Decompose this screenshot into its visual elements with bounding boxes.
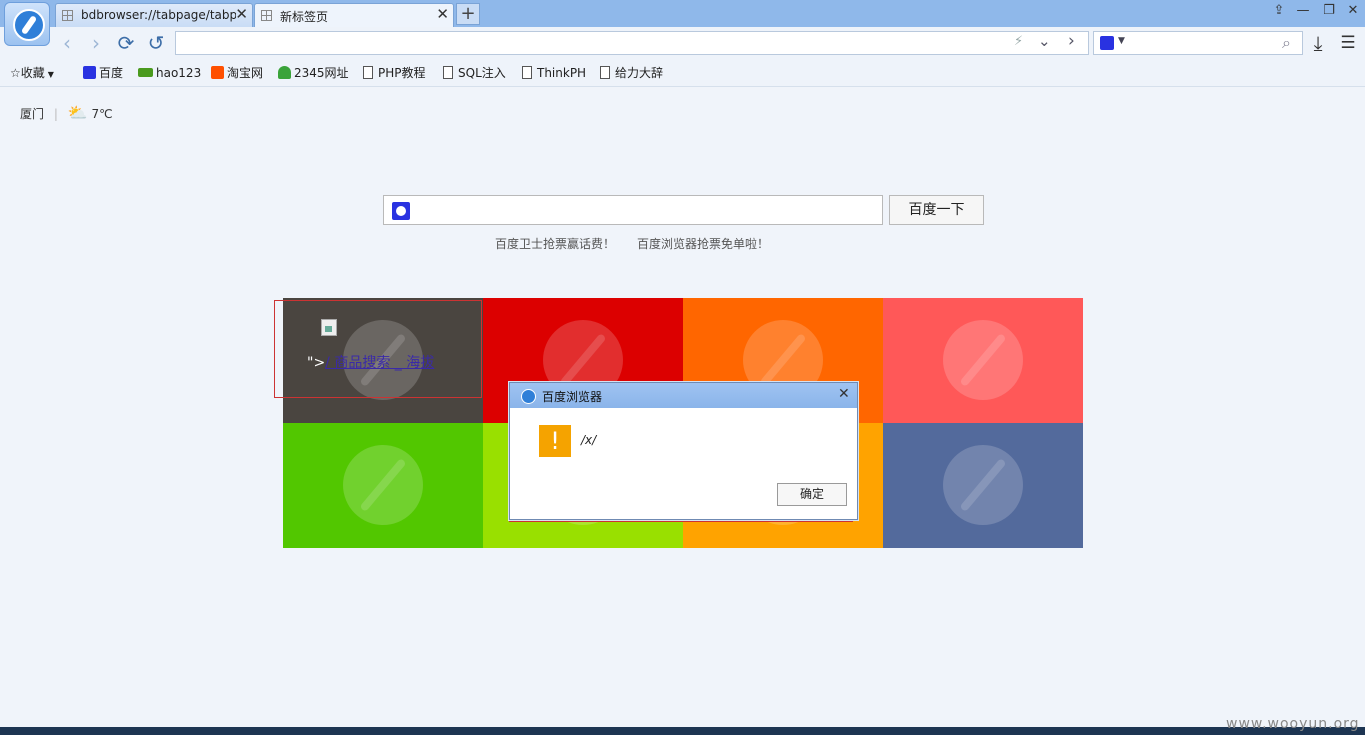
bookmark-hao123[interactable]: hao123	[138, 64, 201, 82]
baidu-paw-icon	[83, 66, 96, 79]
browser-logo-icon	[943, 320, 1023, 400]
url-dropdown-icon[interactable]: ⌄	[1038, 32, 1051, 50]
bookmark-geili[interactable]: 给力大辞	[600, 64, 663, 82]
tab-new-tab[interactable]: 新标签页 ✕	[254, 3, 454, 27]
go-button[interactable]: ›	[1068, 31, 1075, 51]
bookmark-label: hao123	[156, 66, 202, 80]
weather-temperature: 7℃	[91, 107, 113, 121]
flash-icon[interactable]: ⚡	[1014, 34, 1023, 49]
minimize-button[interactable]: —	[1292, 2, 1314, 20]
forward-button[interactable]: ›	[84, 31, 108, 55]
bookmark-label: 给力大辞	[615, 66, 664, 80]
navigation-bar: ‹ › ⟳ ↺ ⚡ ⌄ › ▼ ⌕ ⤓ ☰	[0, 27, 1365, 60]
maximize-button[interactable]: ❐	[1318, 2, 1340, 20]
star-icon: ☆	[10, 66, 21, 80]
taskbar	[0, 727, 1365, 735]
baidu-browser-logo[interactable]	[4, 2, 50, 46]
injected-link[interactable]: / 商品搜索 _ 海拔	[325, 355, 434, 371]
bookmark-label: 2345网址	[294, 66, 349, 80]
baidu-search-button[interactable]: 百度一下	[889, 195, 984, 225]
grid-icon	[62, 10, 73, 21]
warning-icon: !	[539, 425, 571, 457]
page-icon	[522, 66, 532, 79]
browser-logo-icon	[13, 9, 45, 41]
tab-close-icon[interactable]: ✕	[436, 6, 449, 22]
weather-city: 厦门	[20, 107, 45, 121]
dialog-title: 百度浏览器	[542, 390, 603, 404]
alert-dialog: 百度浏览器 ✕ ! /x/ 确定	[509, 382, 858, 520]
browser-logo-icon	[521, 389, 536, 404]
back-button[interactable]: ‹	[55, 31, 79, 55]
new-tab-button[interactable]: +	[456, 3, 480, 25]
favorites-button[interactable]: ☆收藏 ▼	[10, 64, 54, 82]
divider: |	[53, 107, 58, 121]
dialog-message: /x/	[581, 433, 597, 447]
download-icon[interactable]: ⤓	[1306, 31, 1330, 55]
taobao-icon	[211, 66, 224, 79]
bookmark-label: PHP教程	[378, 66, 426, 80]
bookmark-2345[interactable]: 2345网址	[278, 64, 349, 82]
page-icon	[600, 66, 610, 79]
injected-link-row: ">/ 商品搜索 _ 海拔	[307, 352, 434, 372]
browser-logo-icon	[943, 445, 1023, 525]
baidu-paw-icon	[392, 202, 410, 220]
tab-title: bdbrowser://tabpage/tabpa	[81, 8, 236, 22]
promo-link-browser[interactable]: 百度浏览器抢票免单啦！	[637, 235, 769, 252]
tab-title: 新标签页	[280, 10, 329, 24]
tab-close-icon[interactable]: ✕	[235, 6, 248, 22]
injected-content-frame	[274, 300, 482, 398]
page-icon	[443, 66, 453, 79]
bookmark-php[interactable]: PHP教程	[363, 64, 426, 82]
injected-prefix: ">	[307, 355, 326, 371]
dialog-title-bar: 百度浏览器 ✕	[510, 383, 857, 408]
weather-widget[interactable]: 厦门 | ⛅ 7℃	[20, 103, 113, 122]
title-bar: bdbrowser://tabpage/tabpa ✕ 新标签页 ✕ + ⇪ —…	[0, 0, 1365, 27]
2345-icon	[278, 66, 291, 79]
bookmark-bar: ☆收藏 ▼ 百度 hao123 淘宝网 2345网址 PHP教程 SQL注入 Th…	[0, 60, 1365, 87]
search-engine-box[interactable]: ▼ ⌕	[1093, 31, 1303, 55]
menu-icon[interactable]: ☰	[1336, 31, 1360, 55]
cloudy-icon: ⛅	[67, 103, 88, 122]
grid-icon	[261, 10, 272, 21]
bookmark-taobao[interactable]: 淘宝网	[211, 64, 263, 82]
bookmark-label: 淘宝网	[227, 66, 264, 80]
speed-dial-tile[interactable]	[283, 423, 483, 548]
bookmark-label: SQL注入	[458, 66, 506, 80]
ok-button[interactable]: 确定	[777, 483, 847, 506]
watermark-text: www.wooyun.org	[1226, 716, 1360, 732]
bookmark-baidu[interactable]: 百度	[83, 64, 123, 82]
hao123-icon	[138, 68, 153, 77]
baidu-search-field[interactable]	[383, 195, 883, 225]
bookmark-sql[interactable]: SQL注入	[443, 64, 506, 82]
speed-dial-tile[interactable]	[883, 423, 1083, 548]
promo-link-guard[interactable]: 百度卫士抢票赢话费！	[495, 235, 615, 252]
close-window-button[interactable]: ✕	[1342, 2, 1364, 20]
engine-dropdown-icon[interactable]: ▼	[1118, 36, 1125, 46]
tab-bdbrowser[interactable]: bdbrowser://tabpage/tabpa ✕	[55, 3, 253, 27]
refresh-button[interactable]: ⟳	[114, 31, 138, 55]
address-bar[interactable]: ⚡ ⌄ ›	[175, 31, 1089, 55]
broken-image-icon	[321, 319, 337, 336]
speed-dial-tile[interactable]	[883, 298, 1083, 423]
favorites-label: 收藏	[20, 66, 45, 80]
search-input[interactable]	[418, 200, 877, 222]
bookmark-label: 百度	[99, 66, 124, 80]
chevron-down-icon: ▼	[47, 70, 54, 79]
skin-icon[interactable]: ⇪	[1268, 2, 1290, 20]
page-icon	[363, 66, 373, 79]
undo-close-button[interactable]: ↺	[144, 31, 168, 55]
bookmark-thinkph[interactable]: ThinkPH	[522, 64, 586, 82]
bookmark-label: ThinkPH	[537, 66, 587, 80]
url-input[interactable]	[182, 32, 1006, 54]
dialog-close-icon[interactable]: ✕	[838, 386, 850, 402]
browser-logo-icon	[343, 445, 423, 525]
search-icon[interactable]: ⌕	[1282, 33, 1291, 53]
baidu-paw-icon[interactable]	[1100, 36, 1114, 50]
